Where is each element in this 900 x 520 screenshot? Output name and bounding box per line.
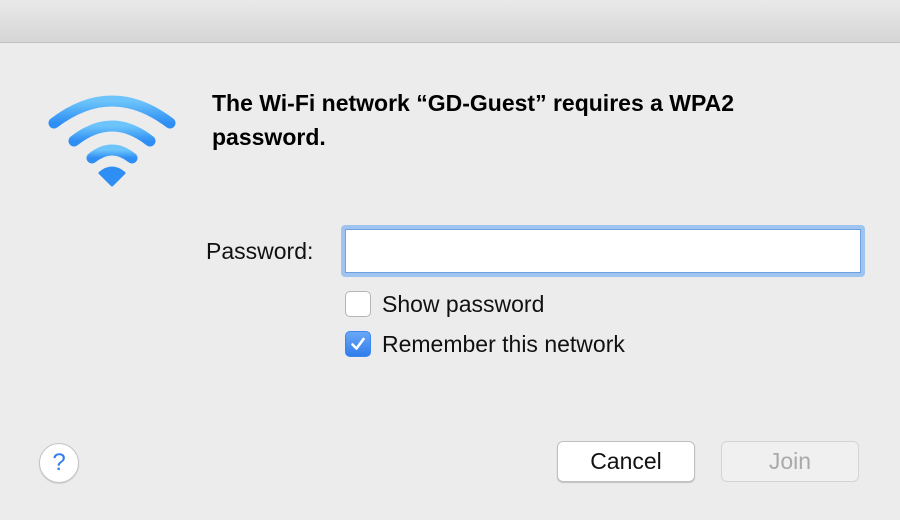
remember-network-checkbox[interactable]	[345, 331, 371, 357]
join-button[interactable]: Join	[721, 441, 859, 482]
show-password-label[interactable]: Show password	[382, 291, 544, 318]
wifi-icon	[48, 95, 176, 187]
remember-network-option[interactable]: Remember this network	[345, 330, 625, 358]
password-field[interactable]	[341, 225, 865, 277]
dialog-message: The Wi-Fi network “GD-Guest” requires a …	[212, 90, 735, 150]
show-password-option[interactable]: Show password	[345, 290, 544, 318]
wifi-password-dialog: The Wi-Fi network “GD-Guest” requires a …	[0, 0, 900, 520]
help-button[interactable]: ?	[39, 443, 79, 483]
help-icon: ?	[52, 449, 66, 476]
title-bar[interactable]	[0, 0, 900, 43]
checkmark-icon	[351, 337, 365, 350]
password-label: Password:	[206, 238, 314, 264]
cancel-button[interactable]: Cancel	[557, 441, 695, 482]
remember-network-label[interactable]: Remember this network	[382, 331, 625, 358]
show-password-checkbox[interactable]	[345, 291, 371, 317]
